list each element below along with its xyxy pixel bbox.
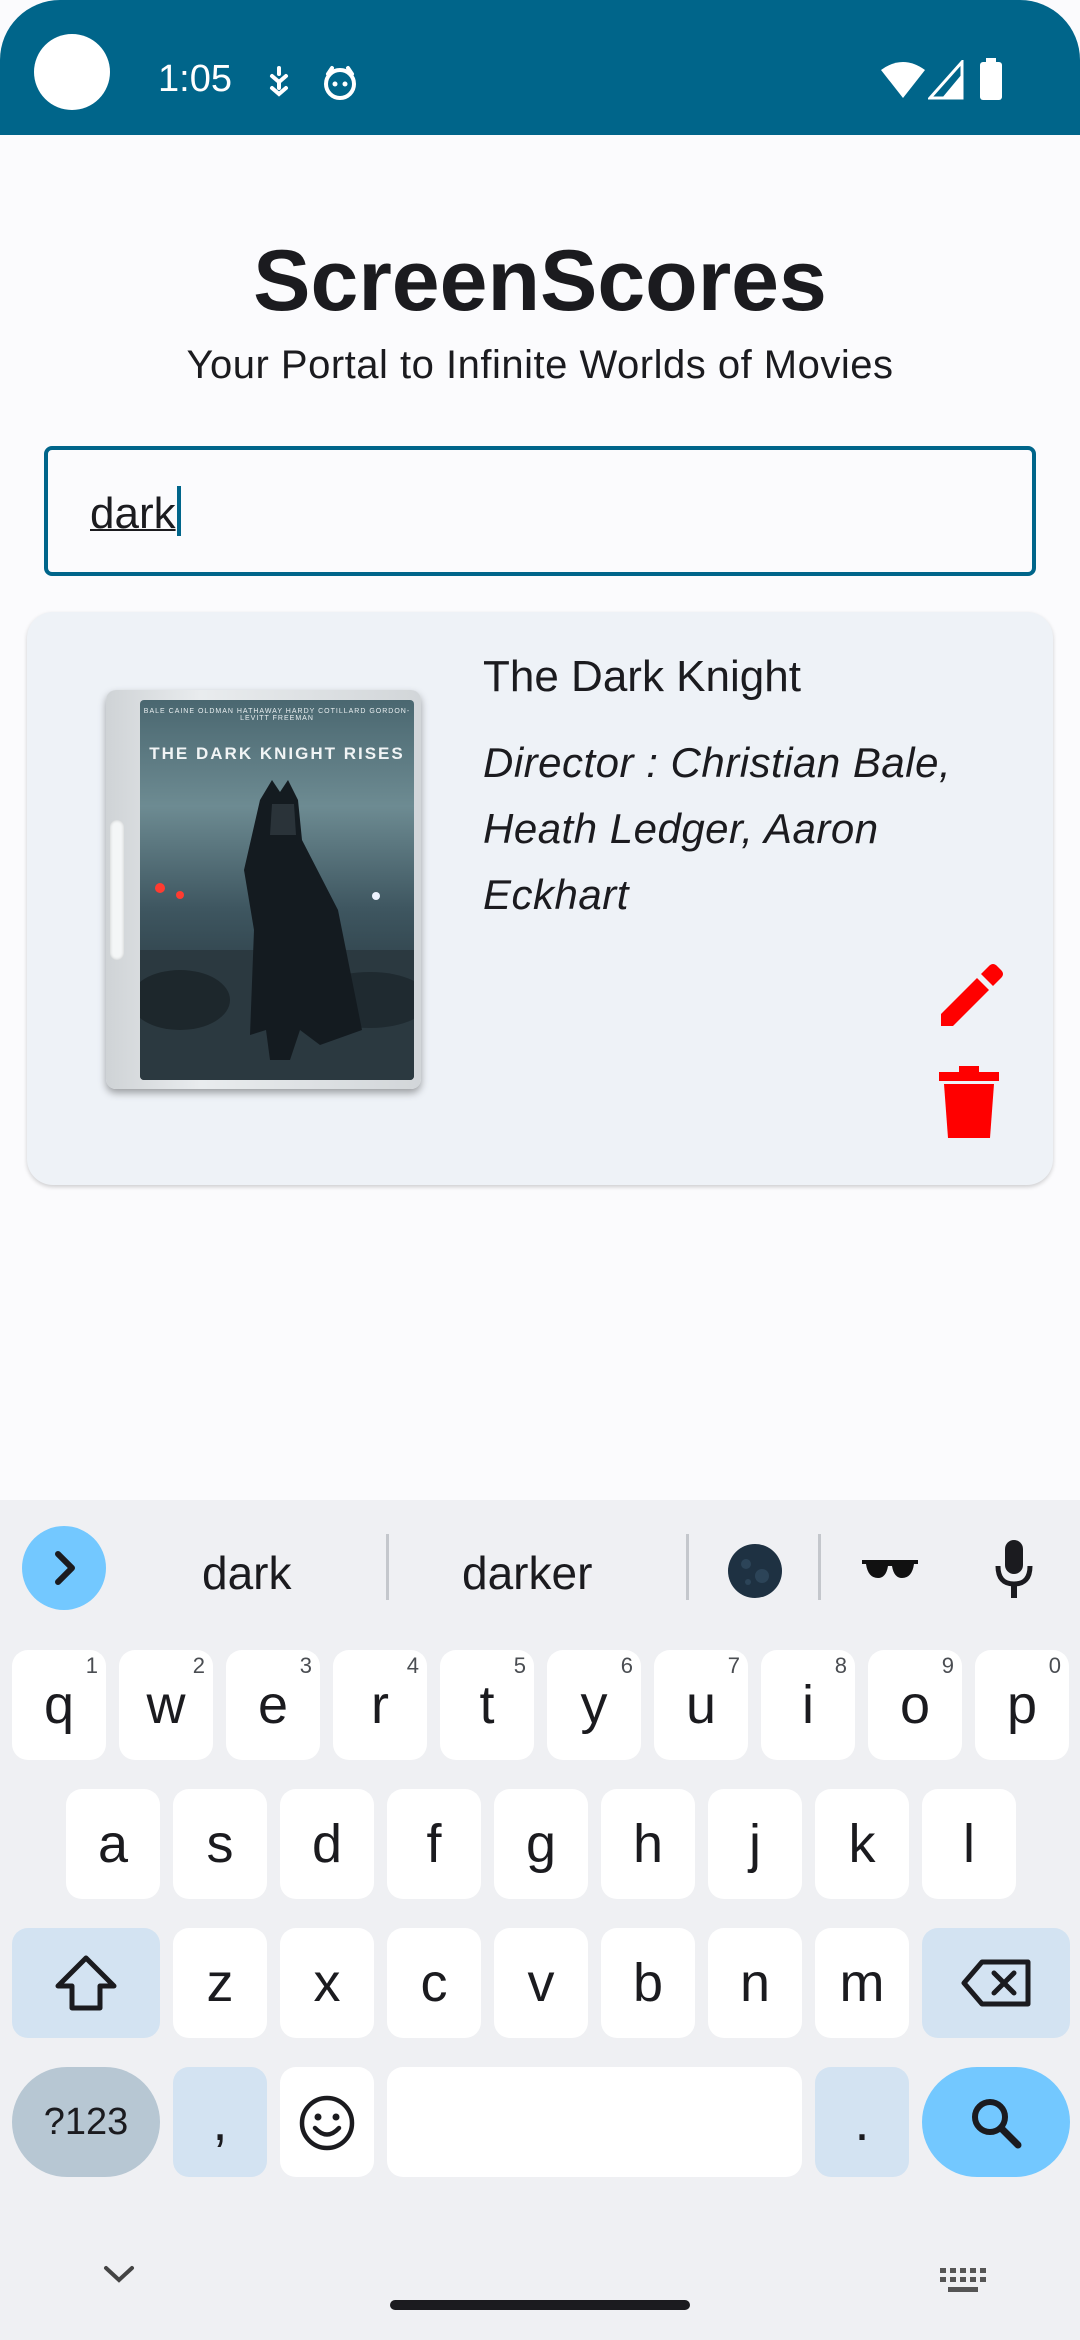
poster-case-hinge — [110, 820, 124, 960]
app-title: ScreenScores — [253, 233, 827, 329]
cell-signal-icon — [928, 60, 964, 100]
key-b[interactable]: b — [601, 1928, 695, 2038]
home-indicator[interactable] — [390, 2300, 690, 2310]
search-key[interactable] — [922, 2067, 1070, 2177]
keyboard-switch-icon[interactable] — [938, 2266, 988, 2296]
key-r[interactable]: r4 — [333, 1650, 427, 1760]
key-o-label: o — [899, 1675, 931, 1735]
comma-key[interactable]: , — [173, 2067, 267, 2177]
movie-title: The Dark Knight — [483, 652, 801, 701]
key-v[interactable]: v — [494, 1928, 588, 2038]
backspace-icon — [961, 1959, 1031, 2007]
key-e-hint: 3 — [299, 1653, 312, 1678]
key-t[interactable]: t5 — [440, 1650, 534, 1760]
space-key[interactable] — [387, 2067, 802, 2177]
shift-key[interactable] — [12, 1928, 160, 2038]
key-m[interactable]: m — [815, 1928, 909, 2038]
key-e[interactable]: e3 — [226, 1650, 320, 1760]
suggestion-1[interactable]: dark — [202, 1546, 291, 1600]
battery-icon — [980, 58, 1002, 100]
movie-poster: BALE CAINE OLDMAN HATHAWAY HARDY COTILLA… — [106, 690, 421, 1089]
delete-icon[interactable] — [937, 1064, 1001, 1140]
key-z[interactable]: z — [173, 1928, 267, 2038]
key-o[interactable]: o9 — [868, 1650, 962, 1760]
key-r-hint: 4 — [406, 1653, 419, 1678]
movie-card[interactable]: BALE CAINE OLDMAN HATHAWAY HARDY COTILLA… — [27, 612, 1053, 1185]
suggestion-divider — [386, 1534, 389, 1600]
backspace-key[interactable] — [922, 1928, 1070, 2038]
key-r-label: r — [371, 1675, 389, 1735]
key-y[interactable]: y6 — [547, 1650, 641, 1760]
suggestion-divider — [686, 1534, 689, 1600]
key-p-hint: 0 — [1048, 1653, 1061, 1678]
search-icon — [972, 2099, 1022, 2149]
key-f[interactable]: f — [387, 1789, 481, 1899]
search-input[interactable]: dark — [44, 446, 1036, 576]
key-y-hint: 6 — [620, 1653, 633, 1678]
key-y-label: y — [580, 1675, 608, 1735]
smiley-icon — [299, 2095, 355, 2151]
suggestion-bar: dark darker — [0, 1500, 1080, 1640]
key-u-label: u — [685, 1675, 717, 1735]
key-h[interactable]: h — [601, 1789, 695, 1899]
wifi-icon — [881, 62, 925, 98]
key-j[interactable]: j — [708, 1789, 802, 1899]
key-o-hint: 9 — [941, 1653, 954, 1678]
key-i-label: i — [802, 1675, 814, 1735]
status-bar: 1:05 — [0, 0, 1080, 135]
key-p-label: p — [1006, 1675, 1038, 1735]
key-w[interactable]: w2 — [119, 1650, 213, 1760]
shift-icon — [55, 1955, 117, 2011]
text-cursor — [176, 486, 181, 536]
key-x[interactable]: x — [280, 1928, 374, 2038]
hide-keyboard-icon[interactable] — [100, 2262, 138, 2286]
key-s[interactable]: s — [173, 1789, 267, 1899]
key-t-hint: 5 — [513, 1653, 526, 1678]
chevron-right-icon — [55, 1551, 75, 1585]
movie-director: Director : Christian Bale, Heath Ledger,… — [483, 739, 952, 918]
key-q-hint: 1 — [85, 1653, 98, 1678]
key-u-hint: 7 — [727, 1653, 740, 1678]
period-key[interactable]: . — [815, 2067, 909, 2177]
moon-emoji-icon[interactable] — [726, 1542, 784, 1600]
edit-icon[interactable] — [933, 958, 1009, 1034]
key-k[interactable]: k — [815, 1789, 909, 1899]
key-q[interactable]: q1 — [12, 1650, 106, 1760]
assistant-face-icon — [324, 66, 356, 100]
app-screen: 1:05 ScreenScores Your Portal to Infinit… — [0, 0, 1080, 2340]
key-d[interactable]: d — [280, 1789, 374, 1899]
key-w-label: w — [146, 1675, 186, 1735]
key-u[interactable]: u7 — [654, 1650, 748, 1760]
key-t-label: t — [479, 1675, 495, 1735]
key-c[interactable]: c — [387, 1928, 481, 2038]
key-q-label: q — [43, 1675, 75, 1735]
emoji-key[interactable] — [280, 2067, 374, 2177]
key-p[interactable]: p0 — [975, 1650, 1069, 1760]
key-i[interactable]: i8 — [761, 1650, 855, 1760]
search-input-value: dark — [90, 489, 176, 538]
key-w-hint: 2 — [192, 1653, 205, 1678]
sunglasses-emoji-icon[interactable] — [860, 1556, 920, 1582]
key-g[interactable]: g — [494, 1789, 588, 1899]
key-e-label: e — [257, 1675, 289, 1735]
key-n[interactable]: n — [708, 1928, 802, 2038]
symbols-key[interactable]: ?123 — [12, 2067, 160, 2177]
key-l[interactable]: l — [922, 1789, 1016, 1899]
key-a[interactable]: a — [66, 1789, 160, 1899]
status-time: 1:05 — [158, 58, 232, 100]
app-subtitle: Your Portal to Infinite Worlds of Movies — [186, 343, 894, 387]
keyboard-expand-button[interactable] — [22, 1526, 106, 1610]
poster-artwork: BALE CAINE OLDMAN HATHAWAY HARDY COTILLA… — [140, 700, 414, 1080]
camera-cutout — [34, 34, 110, 110]
key-i-hint: 8 — [834, 1653, 847, 1678]
search-input-value-wrapper: dark — [90, 486, 181, 539]
suggestion-divider — [818, 1534, 821, 1600]
microphone-icon[interactable] — [994, 1538, 1034, 1600]
suggestion-2[interactable]: darker — [462, 1546, 592, 1600]
batman-figure-illustration — [140, 780, 414, 1080]
accessibility-icon — [270, 66, 288, 97]
soft-keyboard: dark darker q1 w2 e3 r4 t5 y6 u7 i 8 o 9… — [0, 1500, 1080, 2340]
